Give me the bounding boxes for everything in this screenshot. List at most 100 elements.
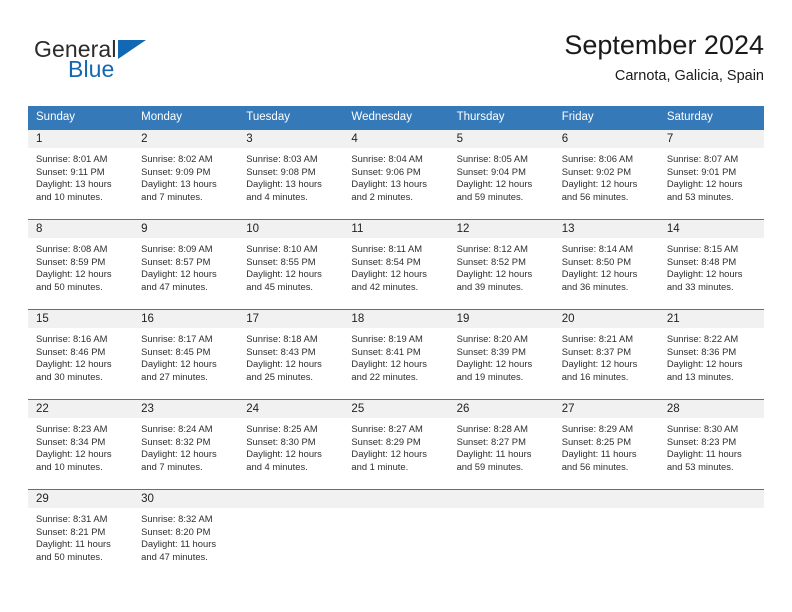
daylight-text-line1: Daylight: 12 hours: [141, 448, 217, 460]
day-info: [343, 508, 448, 513]
sunrise-text: Sunrise: 8:20 AM: [456, 333, 528, 344]
day-cell[interactable]: 8 Sunrise: 8:08 AM Sunset: 8:59 PM Dayli…: [28, 220, 134, 309]
day-cell[interactable]: 23 Sunrise: 8:24 AM Sunset: 8:32 PM Dayl…: [133, 400, 239, 489]
day-cell[interactable]: 24 Sunrise: 8:25 AM Sunset: 8:30 PM Dayl…: [238, 400, 344, 489]
sunrise-text: Sunrise: 8:25 AM: [246, 423, 318, 434]
day-cell[interactable]: 22 Sunrise: 8:23 AM Sunset: 8:34 PM Dayl…: [28, 400, 134, 489]
day-number: 15: [28, 310, 134, 328]
daylight-text-line2: and 4 minutes.: [246, 190, 308, 202]
day-cell[interactable]: 4 Sunrise: 8:04 AM Sunset: 9:06 PM Dayli…: [343, 130, 449, 219]
day-cell[interactable]: 11 Sunrise: 8:11 AM Sunset: 8:54 PM Dayl…: [343, 220, 449, 309]
day-cell[interactable]: 18 Sunrise: 8:19 AM Sunset: 8:41 PM Dayl…: [343, 310, 449, 399]
sunrise-text: Sunrise: 8:07 AM: [666, 153, 739, 164]
day-cell[interactable]: 3 Sunrise: 8:03 AM Sunset: 9:08 PM Dayli…: [238, 130, 344, 219]
day-number: 28: [658, 400, 764, 418]
day-cell[interactable]: 5 Sunrise: 8:05 AM Sunset: 9:04 PM Dayli…: [448, 130, 554, 219]
sunrise-text: Sunrise: 8:03 AM: [246, 153, 318, 164]
sunrise-text: Sunrise: 8:08 AM: [36, 243, 108, 254]
day-cell[interactable]: 7 Sunrise: 8:07 AM Sunset: 9:01 PM Dayli…: [658, 130, 764, 219]
daylight-text-line1: Daylight: 13 hours: [246, 178, 322, 190]
sunset-text: Sunset: 8:36 PM: [666, 345, 737, 357]
day-cell[interactable]: 14 Sunrise: 8:15 AM Sunset: 8:48 PM Dayl…: [658, 220, 764, 309]
day-cell[interactable]: 28 Sunrise: 8:30 AM Sunset: 8:23 PM Dayl…: [658, 400, 764, 489]
weekday-saturday: Saturday: [666, 111, 713, 123]
weekday-tuesday: Tuesday: [246, 111, 290, 123]
day-number: 27: [553, 400, 659, 418]
week-row: 1 Sunrise: 8:01 AM Sunset: 9:11 PM Dayli…: [28, 129, 764, 219]
brand-logo[interactable]: General Blue: [34, 36, 234, 92]
daylight-text-line1: Daylight: 12 hours: [141, 358, 217, 370]
day-info: Sunrise: 8:05 AM Sunset: 9:04 PM Dayligh…: [449, 148, 554, 203]
sunset-text: Sunset: 8:23 PM: [666, 435, 737, 447]
sunset-text: Sunset: 8:29 PM: [351, 435, 421, 447]
sunrise-text: Sunrise: 8:29 AM: [561, 423, 634, 434]
sunrise-text: Sunrise: 8:30 AM: [666, 423, 739, 434]
daylight-text-line2: and 16 minutes.: [561, 370, 629, 382]
sunset-text: Sunset: 8:50 PM: [561, 255, 632, 267]
sunrise-text: Sunrise: 8:10 AM: [246, 243, 318, 254]
sunrise-text: Sunrise: 8:01 AM: [36, 153, 108, 164]
sunset-text: Sunset: 8:43 PM: [246, 345, 316, 357]
day-number: 30: [133, 490, 239, 508]
day-cell[interactable]: 29 Sunrise: 8:31 AM Sunset: 8:21 PM Dayl…: [28, 490, 134, 579]
daylight-text-line2: and 2 minutes.: [351, 190, 413, 202]
page-header: General Blue September 2024 Carnota, Gal…: [28, 28, 764, 96]
day-info: Sunrise: 8:22 AM Sunset: 8:36 PM Dayligh…: [659, 328, 764, 383]
day-cell[interactable]: 10 Sunrise: 8:10 AM Sunset: 8:55 PM Dayl…: [238, 220, 344, 309]
day-cell[interactable]: 13 Sunrise: 8:14 AM Sunset: 8:50 PM Dayl…: [553, 220, 659, 309]
daylight-text-line2: and 45 minutes.: [246, 280, 313, 292]
day-cell[interactable]: 30 Sunrise: 8:32 AM Sunset: 8:20 PM Dayl…: [133, 490, 239, 579]
day-cell[interactable]: 26 Sunrise: 8:28 AM Sunset: 8:27 PM Dayl…: [448, 400, 554, 489]
day-cell[interactable]: 2 Sunrise: 8:02 AM Sunset: 9:09 PM Dayli…: [133, 130, 239, 219]
day-cell[interactable]: 15 Sunrise: 8:16 AM Sunset: 8:46 PM Dayl…: [28, 310, 134, 399]
daylight-text-line1: Daylight: 12 hours: [246, 358, 322, 370]
daylight-text-line1: Daylight: 13 hours: [141, 178, 217, 190]
sunrise-text: Sunrise: 8:09 AM: [141, 243, 213, 254]
day-cell-empty: [448, 490, 554, 579]
day-number: 21: [658, 310, 764, 328]
day-number: [448, 490, 554, 508]
sunrise-text: Sunrise: 8:11 AM: [351, 243, 423, 254]
weekday-monday: Monday: [141, 111, 183, 123]
day-info: [659, 508, 764, 513]
day-info: Sunrise: 8:14 AM Sunset: 8:50 PM Dayligh…: [554, 238, 659, 293]
day-number: [238, 490, 344, 508]
day-number: 7: [658, 130, 764, 148]
day-cell[interactable]: 21 Sunrise: 8:22 AM Sunset: 8:36 PM Dayl…: [658, 310, 764, 399]
sunrise-text: Sunrise: 8:21 AM: [561, 333, 634, 344]
daylight-text-line2: and 42 minutes.: [351, 280, 419, 292]
sunrise-text: Sunrise: 8:06 AM: [561, 153, 634, 164]
day-number: 23: [133, 400, 239, 418]
sunrise-text: Sunrise: 8:31 AM: [36, 513, 108, 524]
daylight-text-line2: and 56 minutes.: [561, 460, 629, 472]
sunrise-text: Sunrise: 8:04 AM: [351, 153, 423, 164]
day-cell[interactable]: 25 Sunrise: 8:27 AM Sunset: 8:29 PM Dayl…: [343, 400, 449, 489]
day-info: Sunrise: 8:21 AM Sunset: 8:37 PM Dayligh…: [554, 328, 659, 383]
sunrise-text: Sunrise: 8:19 AM: [351, 333, 423, 344]
daylight-text-line1: Daylight: 12 hours: [561, 358, 638, 370]
sunset-text: Sunset: 8:25 PM: [561, 435, 632, 447]
day-number: 14: [658, 220, 764, 238]
day-cell[interactable]: 12 Sunrise: 8:12 AM Sunset: 8:52 PM Dayl…: [448, 220, 554, 309]
daylight-text-line2: and 47 minutes.: [141, 550, 208, 562]
day-cell[interactable]: 17 Sunrise: 8:18 AM Sunset: 8:43 PM Dayl…: [238, 310, 344, 399]
daylight-text-line1: Daylight: 12 hours: [351, 448, 427, 460]
daylight-text-line2: and 22 minutes.: [351, 370, 419, 382]
day-info: Sunrise: 8:04 AM Sunset: 9:06 PM Dayligh…: [343, 148, 448, 203]
day-cell[interactable]: 9 Sunrise: 8:09 AM Sunset: 8:57 PM Dayli…: [133, 220, 239, 309]
day-cell[interactable]: 19 Sunrise: 8:20 AM Sunset: 8:39 PM Dayl…: [448, 310, 554, 399]
day-info: Sunrise: 8:31 AM Sunset: 8:21 PM Dayligh…: [28, 508, 133, 563]
day-cell[interactable]: 6 Sunrise: 8:06 AM Sunset: 9:02 PM Dayli…: [553, 130, 659, 219]
day-cell[interactable]: 1 Sunrise: 8:01 AM Sunset: 9:11 PM Dayli…: [28, 130, 134, 219]
sunset-text: Sunset: 9:01 PM: [666, 165, 737, 177]
day-cell[interactable]: 16 Sunrise: 8:17 AM Sunset: 8:45 PM Dayl…: [133, 310, 239, 399]
daylight-text-line2: and 30 minutes.: [36, 370, 103, 382]
day-info: [554, 508, 659, 513]
sunset-text: Sunset: 8:54 PM: [351, 255, 421, 267]
day-info: Sunrise: 8:28 AM Sunset: 8:27 PM Dayligh…: [449, 418, 554, 473]
day-cell[interactable]: 20 Sunrise: 8:21 AM Sunset: 8:37 PM Dayl…: [553, 310, 659, 399]
day-number: 16: [133, 310, 239, 328]
day-cell[interactable]: 27 Sunrise: 8:29 AM Sunset: 8:25 PM Dayl…: [553, 400, 659, 489]
day-info: Sunrise: 8:32 AM Sunset: 8:20 PM Dayligh…: [133, 508, 238, 563]
sunset-text: Sunset: 8:57 PM: [141, 255, 211, 267]
